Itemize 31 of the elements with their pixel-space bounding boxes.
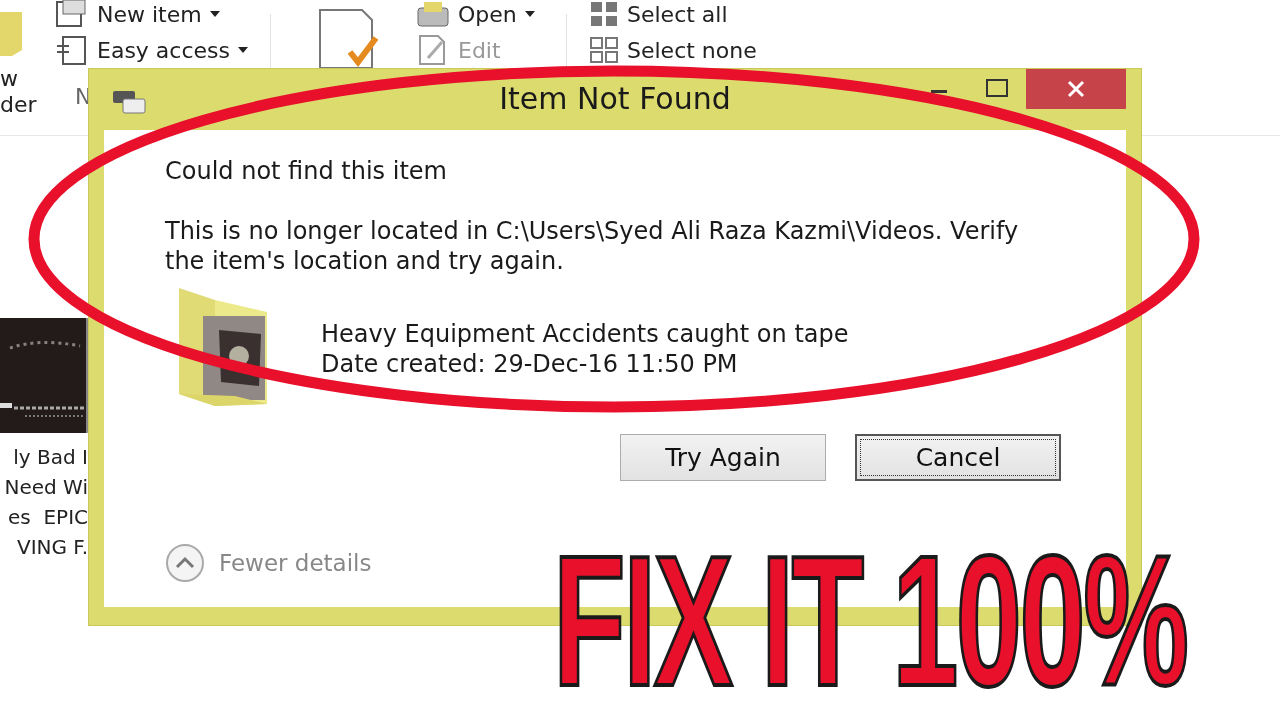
video-title-line: es EPIC (8, 504, 88, 531)
ribbon-label: der (0, 92, 37, 118)
video-title-line: Need Wi (4, 474, 88, 501)
details-toggle[interactable]: Fewer details (165, 543, 372, 583)
video-title-line: VING F. (16, 534, 88, 561)
ribbon-button[interactable]: Select none (589, 36, 757, 64)
open-icon (416, 0, 450, 30)
cancel-button[interactable]: Cancel (855, 434, 1061, 481)
date-created: Date created: 29-Dec-16 11:50 PM (321, 349, 739, 379)
ribbon-button[interactable]: Select all (589, 0, 728, 28)
minimize-icon (931, 89, 947, 94)
ribbon-button[interactable]: New item (55, 0, 220, 28)
dialog-heading: Could not find this item (165, 156, 448, 186)
caret-icon (209, 11, 220, 17)
error-message: This is no longer located in C:\Users\Syed Ali Raza Kazmi\Videos. Verify the item's location and try again. (165, 216, 1020, 276)
ribbon-button[interactable]: Open (416, 0, 535, 28)
document-icon (55, 34, 89, 66)
ribbon-label: w (0, 66, 18, 92)
maximize-icon (986, 78, 1008, 97)
ribbon-button[interactable]: Easy access (55, 36, 248, 64)
video-title-line: ly Bad I (13, 444, 88, 471)
new-item-icon (55, 0, 89, 30)
caret-icon (524, 11, 535, 17)
item-name: Heavy Equipment Accidents caught on tape (321, 319, 849, 349)
select-all-icon (589, 0, 619, 28)
close-icon (1067, 80, 1085, 98)
properties-icon (316, 8, 380, 70)
caret-icon (238, 47, 248, 53)
try-again-button[interactable]: Try Again (620, 434, 826, 481)
window-title: Item Not Found (498, 81, 732, 116)
select-none-icon (589, 36, 619, 64)
